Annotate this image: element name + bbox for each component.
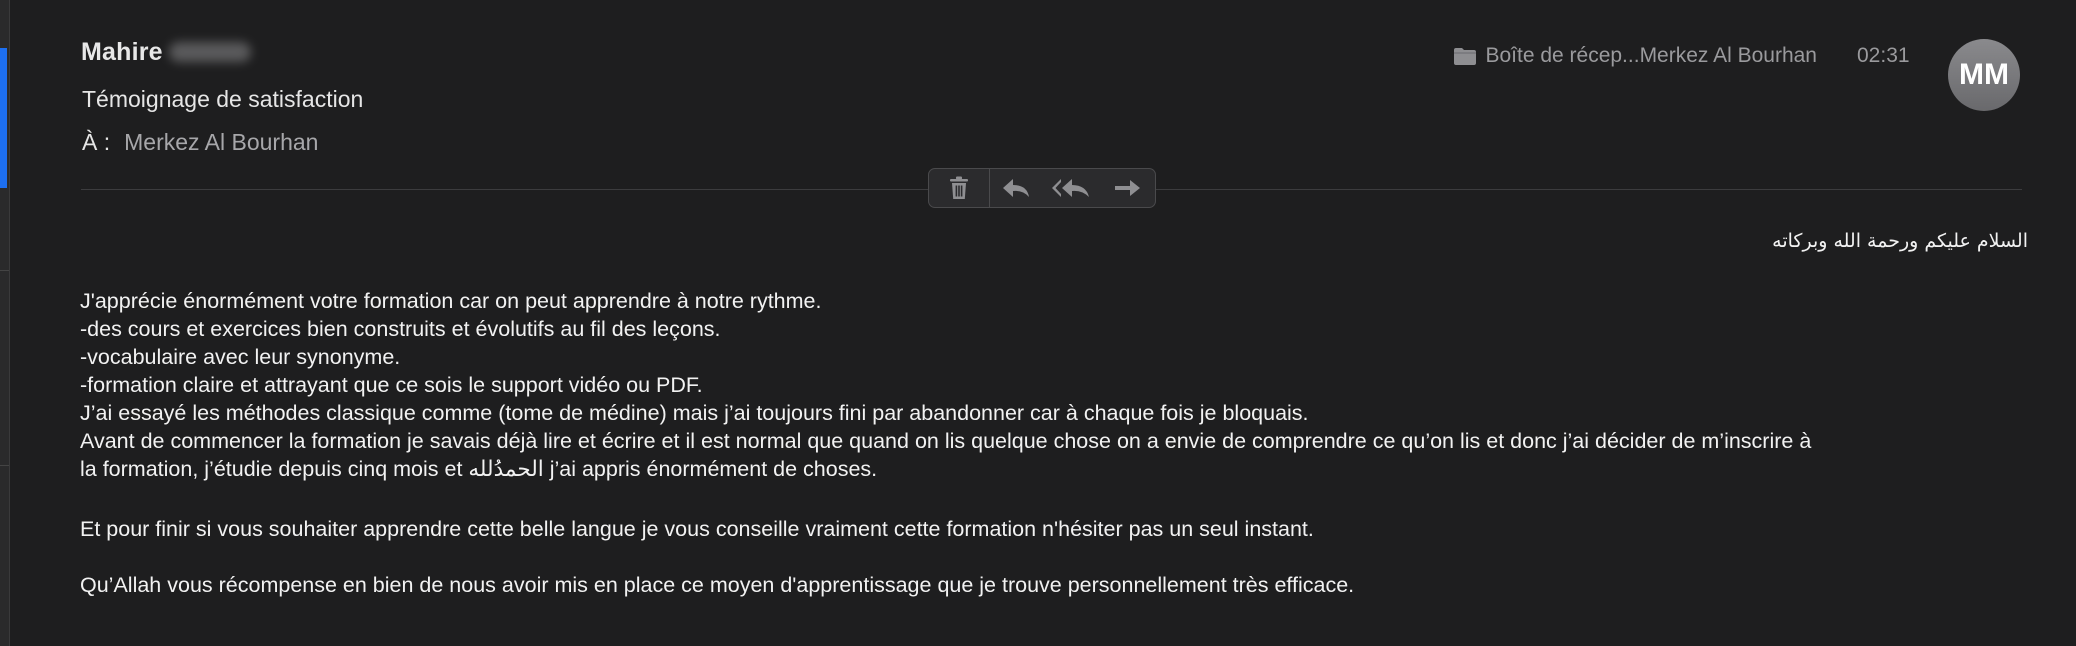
avatar-initials: MM xyxy=(1959,58,2009,91)
body-line: -vocabulaire avec leur synonyme. xyxy=(80,345,401,369)
body-line: -des cours et exercices bien construits … xyxy=(80,317,721,341)
reply-button[interactable] xyxy=(990,169,1042,207)
body-line: la formation, j’étudie depuis cinq mois … xyxy=(80,457,878,481)
folder-icon xyxy=(1454,48,1477,65)
body-line: J’ai essayé les méthodes classique comme… xyxy=(80,401,1309,425)
sender-name[interactable]: Mahire xyxy=(81,38,251,67)
message-body: J'apprécie énormément votre formation ca… xyxy=(80,287,2030,599)
mail-window: Mahire Témoignage de satisfaction À : Mer… xyxy=(0,0,2076,646)
message-subject: Témoignage de satisfaction xyxy=(82,86,364,112)
body-line: J'apprécie énormément votre formation ca… xyxy=(80,289,822,313)
redacted-last-name xyxy=(168,42,251,62)
selected-message-indicator[interactable] xyxy=(0,48,7,188)
recipient-row: À : Merkez Al Bourhan xyxy=(82,129,318,156)
mailbox-label: Boîte de récep...Merkez Al Bourhan xyxy=(1485,44,1817,67)
recipient-name[interactable]: Merkez Al Bourhan xyxy=(124,129,318,155)
message-time: 02:31 xyxy=(1857,44,1910,67)
body-paragraph: Et pour finir si vous souhaiter apprendr… xyxy=(80,517,1314,541)
avatar: MM xyxy=(1948,39,2020,111)
trash-icon xyxy=(950,176,968,199)
to-label: À : xyxy=(82,129,111,155)
reply-all-icon xyxy=(1052,179,1089,197)
message-toolbar xyxy=(928,168,1156,208)
arabic-greeting: السلام عليكم ورحمة الله وبركاته xyxy=(1772,230,2028,252)
body-line: Avant de commencer la formation je savai… xyxy=(80,429,1812,453)
message-list-edge xyxy=(0,0,10,646)
list-divider xyxy=(0,465,9,466)
forward-icon xyxy=(1115,180,1140,196)
delete-button[interactable] xyxy=(929,169,989,207)
forward-button[interactable] xyxy=(1100,169,1154,207)
reply-icon xyxy=(1003,179,1029,197)
body-paragraph: Qu’Allah vous récompense en bien de nous… xyxy=(80,573,1355,597)
reply-all-button[interactable] xyxy=(1042,169,1100,207)
body-line: -formation claire et attrayant que ce so… xyxy=(80,373,703,397)
list-divider xyxy=(0,270,9,271)
mailbox-location[interactable]: Boîte de récep...Merkez Al Bourhan xyxy=(1453,44,1817,68)
sender-first-name: Mahire xyxy=(81,38,163,66)
